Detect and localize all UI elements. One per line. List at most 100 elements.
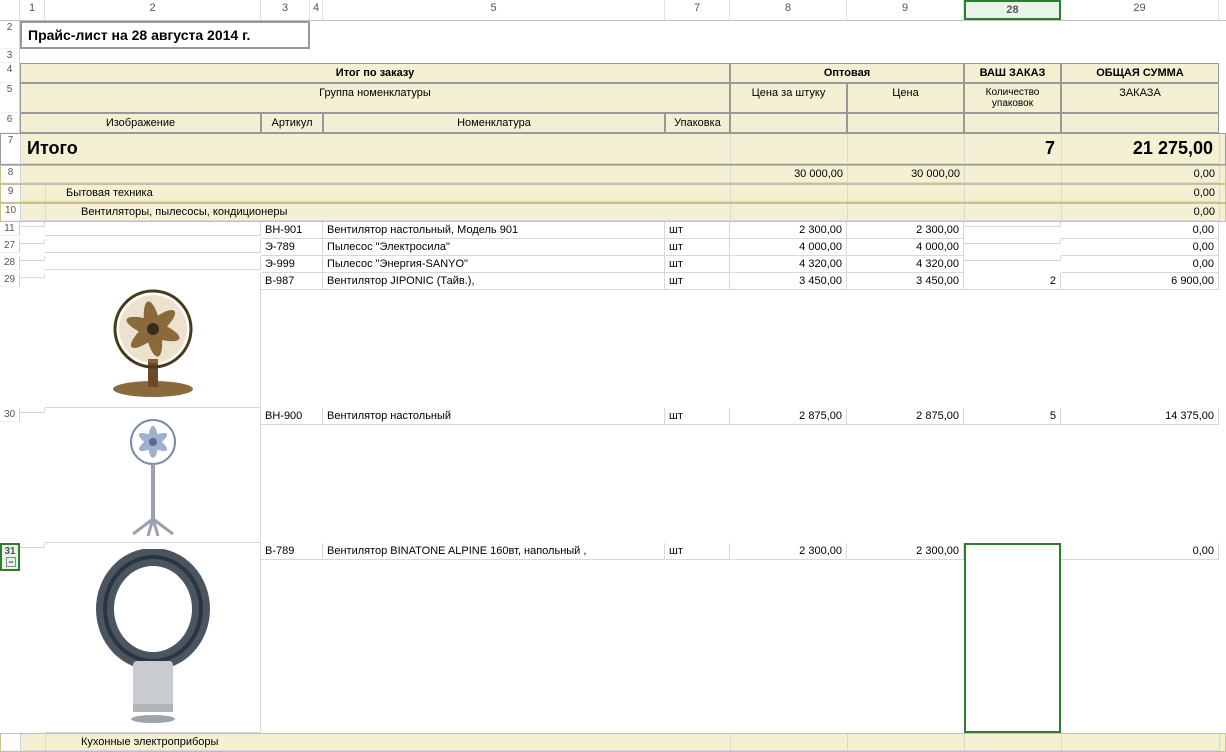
row-header-2[interactable]: 2 (0, 21, 20, 49)
ppu-cell[interactable]: 2 300,00 (730, 543, 847, 560)
pack-cell[interactable]: шт (665, 408, 730, 425)
category-kitchen[interactable]: Кухонные электроприборы (46, 734, 731, 751)
cat-blank-price: 30 000,00 (848, 166, 965, 183)
cat1-total: 0,00 (1062, 185, 1220, 202)
row-header-5[interactable]: 5 (0, 83, 20, 113)
row-header-29[interactable]: 29 (0, 273, 20, 287)
pack-cell[interactable]: шт (665, 543, 730, 560)
row-header-11[interactable]: 11 (0, 222, 20, 236)
col-header-4[interactable]: 4 (310, 0, 323, 20)
page-title: Прайс-лист на 28 августа 2014 г. (20, 21, 310, 49)
ppu-cell[interactable]: 4 000,00 (730, 239, 847, 256)
col-header-1[interactable]: 1 (20, 0, 45, 20)
spreadsheet-body: 2 Прайс-лист на 28 августа 2014 г. 3 4 И… (0, 21, 1226, 752)
header-your-order: ВАШ ЗАКАЗ (964, 63, 1061, 83)
price-cell[interactable]: 4 320,00 (847, 256, 964, 273)
article-cell[interactable]: Э-999 (261, 256, 323, 273)
product-image (49, 545, 256, 728)
name-cell[interactable]: Пылесос "Электросила" (323, 239, 665, 256)
col-header-5[interactable]: 5 (323, 0, 665, 20)
pack-cell[interactable]: шт (665, 273, 730, 290)
row-header-6[interactable]: 6 (0, 113, 20, 133)
col-header-9[interactable]: 9 (847, 0, 964, 20)
row-header-32[interactable] (1, 734, 21, 751)
total-cell[interactable]: 0,00 (1061, 256, 1219, 273)
row-header-30[interactable]: 30 (0, 408, 20, 422)
article-cell[interactable]: В-789 (261, 543, 323, 560)
header-nomenclature: Номенклатура (323, 113, 665, 133)
col-header-28[interactable]: 28 (964, 0, 1061, 20)
column-headers: 1 2 3 4 5 7 8 9 28 29 (0, 0, 1226, 21)
cat2-total: 0,00 (1062, 204, 1220, 221)
qty-cell[interactable]: 2 (964, 273, 1061, 290)
price-cell[interactable]: 2 875,00 (847, 408, 964, 425)
total-cell[interactable]: 0,00 (1061, 222, 1219, 239)
itogo-label: Итого (21, 134, 731, 164)
name-cell[interactable]: Вентилятор BINATONE ALPINE 160вт, наполь… (323, 543, 665, 560)
category-fans[interactable]: Вентиляторы, пылесосы, кондиционеры (46, 204, 731, 221)
name-cell[interactable]: Вентилятор JIPONIC (Тайв.), (323, 273, 665, 290)
price-cell[interactable]: 3 450,00 (847, 273, 964, 290)
pack-cell[interactable]: шт (665, 256, 730, 273)
itogo-sum: 21 275,00 (1062, 134, 1220, 164)
corner-cell (0, 0, 20, 20)
row-header-3[interactable]: 3 (0, 49, 20, 63)
header-price-unit: Цена за штуку (730, 83, 847, 113)
name-cell[interactable]: Вентилятор настольный, Модель 901 (323, 222, 665, 239)
row-header-8[interactable]: 8 (1, 166, 21, 183)
row-header-4[interactable]: 4 (0, 63, 20, 83)
header-packaging: Упаковка (665, 113, 730, 133)
name-cell[interactable]: Вентилятор настольный (323, 408, 665, 425)
col-header-3[interactable]: 3 (261, 0, 310, 20)
header-packages: Количество упаковок (964, 83, 1061, 113)
outline-collapse-icon[interactable]: − (6, 557, 16, 567)
cat-blank-total: 0,00 (1062, 166, 1220, 183)
header-order: ЗАКАЗА (1061, 83, 1219, 113)
total-cell[interactable]: 0,00 (1061, 239, 1219, 256)
header-order-summary: Итог по заказу (20, 63, 730, 83)
qty-cell[interactable] (964, 543, 1061, 733)
pack-cell[interactable]: шт (665, 222, 730, 239)
row-header-7[interactable]: 7 (1, 134, 21, 164)
header-image: Изображение (20, 113, 261, 133)
header-wholesale: Оптовая (730, 63, 964, 83)
header-article: Артикул (261, 113, 323, 133)
name-cell[interactable]: Пылесос "Энергия-SANYO" (323, 256, 665, 273)
cat-blank-ppu: 30 000,00 (731, 166, 848, 183)
row-header-31[interactable]: 31− (0, 543, 20, 571)
ppu-cell[interactable]: 4 320,00 (730, 256, 847, 273)
product-image (49, 275, 256, 403)
col-header-29[interactable]: 29 (1061, 0, 1219, 20)
qty-cell[interactable] (964, 222, 1061, 227)
col-header-8[interactable]: 8 (730, 0, 847, 20)
col-header-7[interactable]: 7 (665, 0, 730, 20)
row-header-9[interactable]: 9 (1, 185, 21, 202)
itogo-qty: 7 (965, 134, 1062, 164)
total-cell[interactable]: 6 900,00 (1061, 273, 1219, 290)
price-cell[interactable]: 4 000,00 (847, 239, 964, 256)
article-cell[interactable]: ВН-900 (261, 408, 323, 425)
price-cell[interactable]: 2 300,00 (847, 543, 964, 560)
col-header-2[interactable]: 2 (45, 0, 261, 20)
total-cell[interactable]: 0,00 (1061, 543, 1219, 560)
qty-cell[interactable]: 5 (964, 408, 1061, 425)
header-group: Группа номенклатуры (20, 83, 730, 113)
header-price: Цена (847, 83, 964, 113)
pack-cell[interactable]: шт (665, 239, 730, 256)
article-cell[interactable]: Э-789 (261, 239, 323, 256)
qty-cell[interactable] (964, 239, 1061, 244)
price-cell[interactable]: 2 300,00 (847, 222, 964, 239)
product-image (49, 410, 256, 543)
ppu-cell[interactable]: 2 875,00 (730, 408, 847, 425)
total-cell[interactable]: 14 375,00 (1061, 408, 1219, 425)
article-cell[interactable]: В-987 (261, 273, 323, 290)
ppu-cell[interactable]: 3 450,00 (730, 273, 847, 290)
row-header-28[interactable]: 28 (0, 256, 20, 270)
header-total-sum: ОБЩАЯ СУММА (1061, 63, 1219, 83)
qty-cell[interactable] (964, 256, 1061, 261)
row-header-10[interactable]: 10 (1, 204, 21, 221)
article-cell[interactable]: ВН-901 (261, 222, 323, 239)
row-header-27[interactable]: 27 (0, 239, 20, 253)
ppu-cell[interactable]: 2 300,00 (730, 222, 847, 239)
category-appliances[interactable]: Бытовая техника (46, 185, 731, 202)
